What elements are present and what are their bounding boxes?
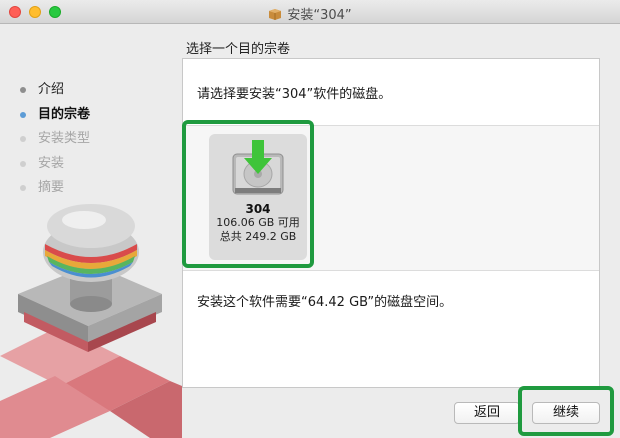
destination-prompt: 请选择要安装“304”软件的磁盘。 xyxy=(197,87,392,102)
step-label: 安装类型 xyxy=(38,131,91,146)
continue-highlight-annotation xyxy=(518,386,614,436)
step-introduction: 介绍 xyxy=(20,82,90,107)
window-title: 安装“304” xyxy=(287,8,352,23)
step-installation-type: 安装类型 xyxy=(20,131,90,156)
package-icon xyxy=(269,9,282,20)
title-bar: 安装“304” xyxy=(0,0,620,24)
step-dot-icon xyxy=(20,87,26,93)
step-destination: 目的宗卷 xyxy=(20,107,90,132)
step-label: 安装 xyxy=(38,155,65,171)
page-subtitle: 选择一个目的宗卷 xyxy=(186,42,291,57)
window-title-group: 安装“304” xyxy=(0,4,620,23)
back-button[interactable]: 返回 xyxy=(454,402,520,424)
step-dot-icon xyxy=(20,111,26,118)
step-label: 目的宗卷 xyxy=(38,106,91,122)
step-label: 介绍 xyxy=(38,82,65,97)
space-requirement-text: 安装这个软件需要“64.42 GB”的磁盘空间。 xyxy=(197,295,453,310)
step-dot-icon xyxy=(20,160,26,167)
disk-highlight-annotation xyxy=(182,120,314,268)
step-install: 安装 xyxy=(20,156,90,181)
installer-stamp-illustration xyxy=(0,204,182,438)
step-dot-icon xyxy=(20,136,26,142)
